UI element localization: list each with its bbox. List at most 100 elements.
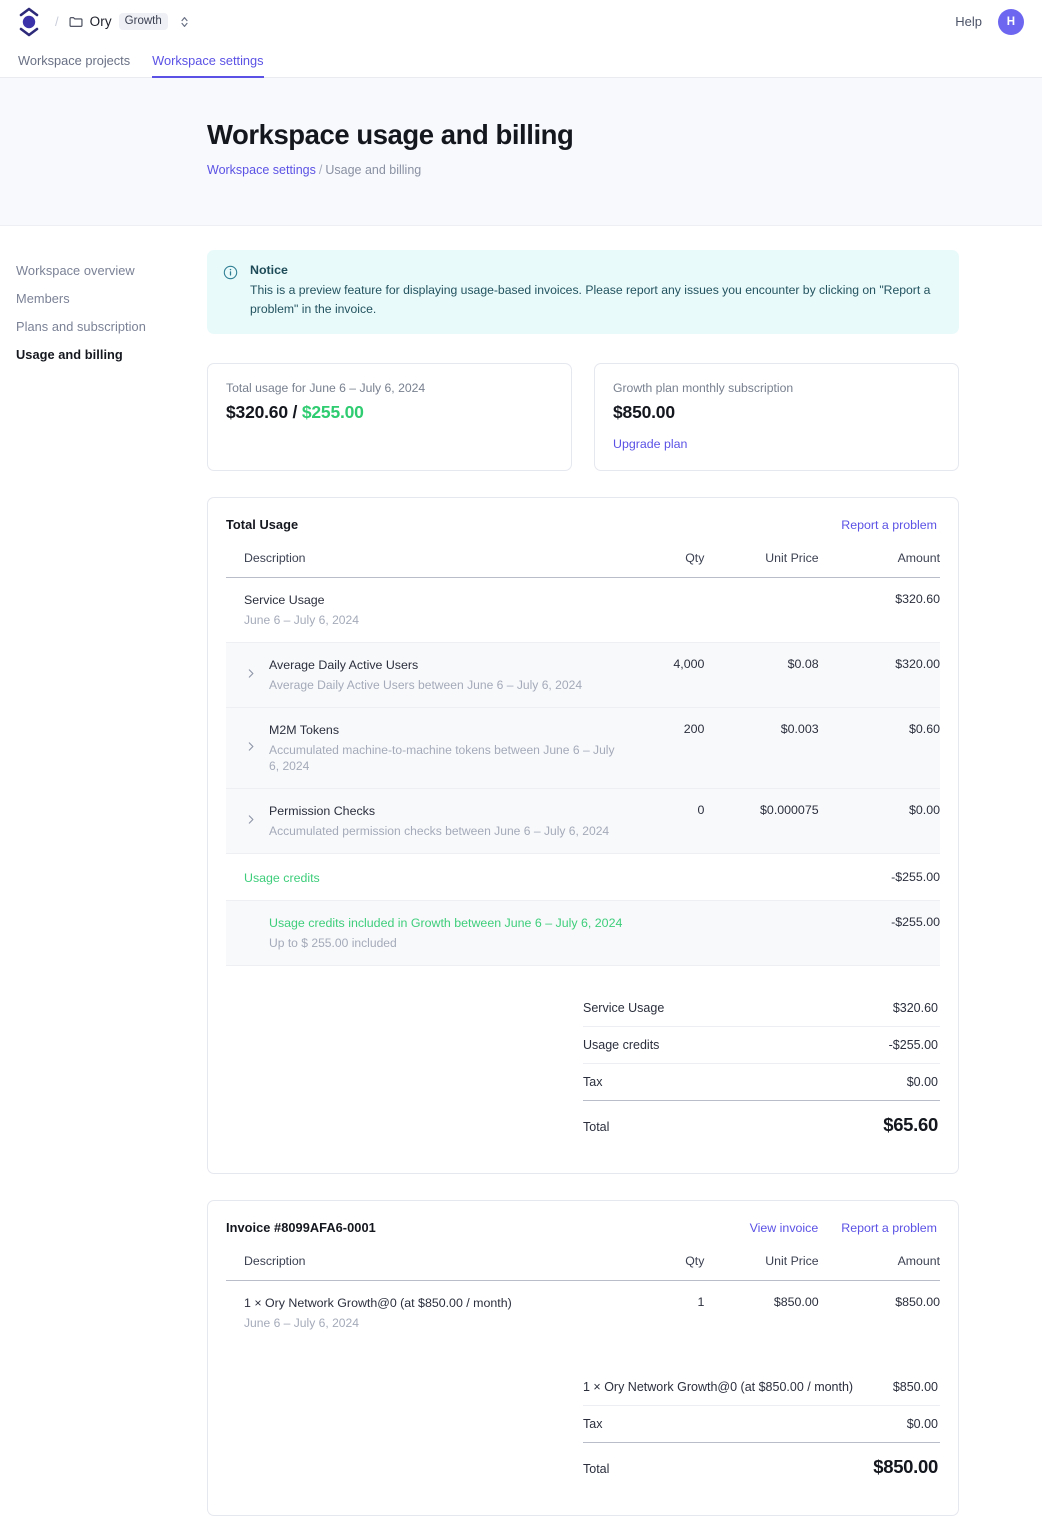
total-usage-totals: Service Usage $320.60 Usage credits -$25… xyxy=(583,990,940,1147)
row-qty xyxy=(626,901,705,966)
total-row: Service Usage $320.60 xyxy=(583,990,940,1027)
invoice-totals: 1 × Ory Network Growth@0 (at $850.00 / m… xyxy=(583,1369,940,1489)
column-header-description: Description xyxy=(226,1254,626,1281)
column-header-qty: Qty xyxy=(626,551,705,578)
main-content: Notice This is a preview feature for dis… xyxy=(207,250,1042,1516)
view-invoice-link[interactable]: View invoice xyxy=(750,1221,819,1235)
row-unit-price: $0.08 xyxy=(704,642,818,707)
invoice-panel-title: Invoice #8099AFA6-0001 xyxy=(226,1220,376,1235)
sidebar-item-members[interactable]: Members xyxy=(16,284,207,312)
workspace-selector[interactable]: Ory Growth xyxy=(69,13,190,30)
row-subtitle: Average Daily Active Users between June … xyxy=(269,677,626,693)
breadcrumb-link-workspace-settings[interactable]: Workspace settings xyxy=(207,163,316,177)
invoice-panel-actions: View invoice Report a problem xyxy=(750,1221,937,1235)
table-row: Usage credits included in Growth between… xyxy=(226,901,940,966)
total-label: Tax xyxy=(583,1075,602,1089)
row-title: Permission Checks xyxy=(269,803,626,820)
total-value: $320.60 xyxy=(893,1001,938,1015)
total-value: -$255.00 xyxy=(889,1038,938,1052)
row-amount: $320.60 xyxy=(819,577,940,642)
total-usage-panel: Total Usage Report a problem Description… xyxy=(207,497,959,1174)
total-label: 1 × Ory Network Growth@0 (at $850.00 / m… xyxy=(583,1380,853,1394)
row-unit-price: $850.00 xyxy=(704,1281,818,1346)
row-description: M2M Tokens Accumulated machine-to-machin… xyxy=(226,707,626,788)
row-description: 1 × Ory Network Growth@0 (at $850.00 / m… xyxy=(226,1281,626,1346)
row-title: M2M Tokens xyxy=(269,722,626,739)
row-description: Average Daily Active Users Average Daily… xyxy=(226,642,626,707)
report-a-problem-link-invoice[interactable]: Report a problem xyxy=(841,1221,937,1235)
chevron-right-icon[interactable] xyxy=(245,741,257,756)
top-bar: / Ory Growth Help H xyxy=(0,0,1042,43)
invoice-panel-header: Invoice #8099AFA6-0001 View invoice Repo… xyxy=(226,1220,940,1235)
row-description: Usage credits xyxy=(226,854,626,901)
breadcrumb-separator: / xyxy=(55,14,59,29)
table-row[interactable]: M2M Tokens Accumulated machine-to-machin… xyxy=(226,707,940,788)
total-value: $850.00 xyxy=(893,1380,938,1394)
ory-logo-icon[interactable] xyxy=(16,7,42,37)
tab-workspace-settings[interactable]: Workspace settings xyxy=(152,53,263,78)
row-description: Service Usage June 6 – July 6, 2024 xyxy=(226,577,626,642)
column-header-amount: Amount xyxy=(819,1254,940,1281)
table-row: Service Usage June 6 – July 6, 2024 $320… xyxy=(226,577,940,642)
sidebar-item-workspace-overview[interactable]: Workspace overview xyxy=(16,256,207,284)
row-title: Usage credits included in Growth between… xyxy=(269,915,626,932)
total-row: Tax $0.00 xyxy=(583,1406,940,1443)
row-description: Usage credits included in Growth between… xyxy=(226,901,626,966)
total-usage-card-label: Total usage for June 6 – July 6, 2024 xyxy=(226,381,553,395)
row-qty xyxy=(626,577,705,642)
total-usage-amount: $320.60 / xyxy=(226,402,302,422)
row-title: 1 × Ory Network Growth@0 (at $850.00 / m… xyxy=(244,1295,626,1312)
row-subtitle: June 6 – July 6, 2024 xyxy=(244,612,626,628)
invoice-table: Description Qty Unit Price Amount 1 × Or… xyxy=(226,1254,940,1345)
total-usage-panel-header: Total Usage Report a problem xyxy=(226,517,940,532)
table-header-row: Description Qty Unit Price Amount xyxy=(226,1254,940,1281)
table-row[interactable]: Permission Checks Accumulated permission… xyxy=(226,789,940,854)
total-usage-card-value: $320.60 / $255.00 xyxy=(226,402,553,423)
upgrade-plan-link[interactable]: Upgrade plan xyxy=(613,437,687,451)
breadcrumb-sep: / xyxy=(319,163,322,177)
row-amount: -$255.00 xyxy=(819,854,940,901)
column-header-description: Description xyxy=(226,551,626,578)
table-header-row: Description Qty Unit Price Amount xyxy=(226,551,940,578)
tab-workspace-projects[interactable]: Workspace projects xyxy=(18,53,130,78)
total-usage-panel-title: Total Usage xyxy=(226,517,298,532)
table-row[interactable]: Average Daily Active Users Average Daily… xyxy=(226,642,940,707)
row-subtitle: Accumulated permission checks between Ju… xyxy=(269,823,626,839)
column-header-qty: Qty xyxy=(626,1254,705,1281)
grand-total-value: $65.60 xyxy=(883,1114,938,1136)
breadcrumb: Workspace settings/Usage and billing xyxy=(207,163,1042,177)
notice-title: Notice xyxy=(250,263,940,277)
chevron-right-icon[interactable] xyxy=(245,814,257,829)
row-subtitle: Accumulated machine-to-machine tokens be… xyxy=(269,742,626,775)
row-amount: $850.00 xyxy=(819,1281,940,1346)
sidebar-item-usage-and-billing[interactable]: Usage and billing xyxy=(16,340,207,368)
settings-sidebar: Workspace overview Members Plans and sub… xyxy=(0,250,207,1516)
row-unit-price: $0.003 xyxy=(704,707,818,788)
row-qty: 4,000 xyxy=(626,642,705,707)
help-link[interactable]: Help xyxy=(955,14,982,29)
subscription-card-value: $850.00 xyxy=(613,402,940,423)
row-qty: 0 xyxy=(626,789,705,854)
total-value: $0.00 xyxy=(907,1417,938,1431)
report-a-problem-link-usage[interactable]: Report a problem xyxy=(841,518,937,532)
tab-bar: Workspace projects Workspace settings xyxy=(0,43,1042,78)
sidebar-item-plans-and-subscription[interactable]: Plans and subscription xyxy=(16,312,207,340)
column-header-amount: Amount xyxy=(819,551,940,578)
total-label: Usage credits xyxy=(583,1038,659,1052)
grand-total-label: Total xyxy=(583,1462,609,1476)
row-unit-price xyxy=(704,901,818,966)
row-qty: 200 xyxy=(626,707,705,788)
row-title: Usage credits xyxy=(244,870,626,887)
row-amount: $320.00 xyxy=(819,642,940,707)
table-row: Usage credits -$255.00 xyxy=(226,854,940,901)
total-row: 1 × Ory Network Growth@0 (at $850.00 / m… xyxy=(583,1369,940,1406)
row-amount: -$255.00 xyxy=(819,901,940,966)
avatar[interactable]: H xyxy=(998,9,1024,35)
grand-total-label: Total xyxy=(583,1120,609,1134)
chevron-up-down-icon[interactable] xyxy=(175,15,190,29)
chevron-right-icon[interactable] xyxy=(245,667,257,682)
table-row: 1 × Ory Network Growth@0 (at $850.00 / m… xyxy=(226,1281,940,1346)
row-unit-price xyxy=(704,577,818,642)
total-label: Service Usage xyxy=(583,1001,664,1015)
total-value: $0.00 xyxy=(907,1075,938,1089)
